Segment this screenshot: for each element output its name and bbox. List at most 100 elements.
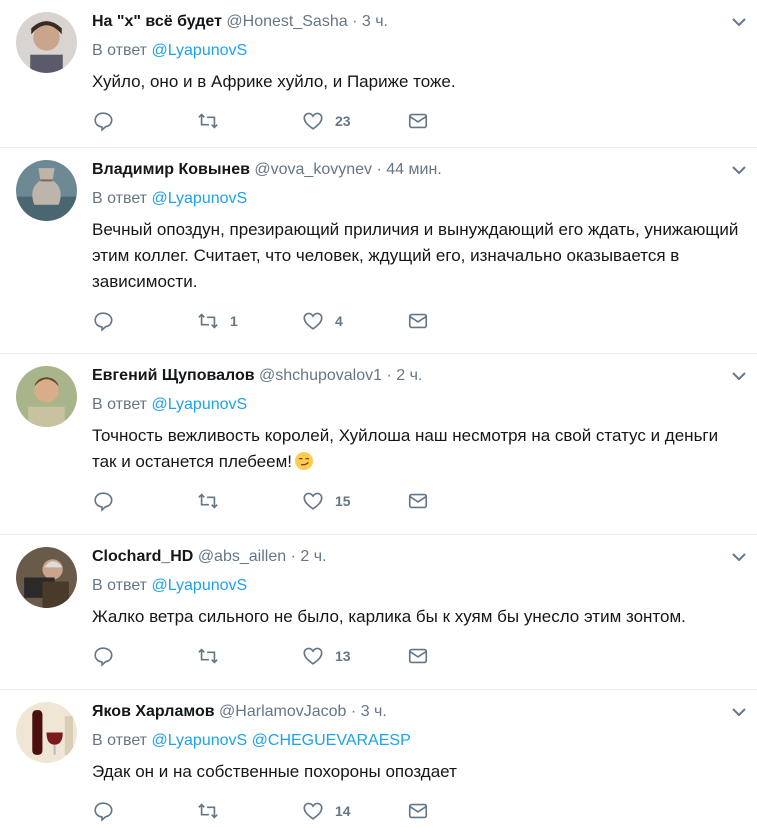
avatar[interactable] xyxy=(16,12,77,73)
user-handle[interactable]: @HarlamovJacob xyxy=(219,703,346,720)
reply-button[interactable] xyxy=(92,645,197,667)
reply-icon xyxy=(94,492,113,512)
direct-message-button[interactable] xyxy=(407,645,512,667)
envelope-icon xyxy=(408,113,428,129)
reply-context: В ответ @LyapunovS xyxy=(92,393,741,417)
retweet-button[interactable] xyxy=(197,800,302,822)
reply-icon xyxy=(94,112,113,132)
heart-icon xyxy=(303,112,323,130)
heart-icon xyxy=(303,492,323,510)
chevron-down-icon[interactable] xyxy=(729,366,749,386)
user-handle[interactable]: @vova_kovynev xyxy=(254,161,372,178)
separator-dot: · xyxy=(376,161,382,178)
tweet[interactable]: На "х" всё будет @Honest_Sasha · 3 ч. В … xyxy=(0,0,757,148)
heart-icon xyxy=(303,647,323,665)
direct-message-button[interactable] xyxy=(407,490,512,512)
reply-prefix: В ответ xyxy=(92,732,148,749)
reply-button[interactable] xyxy=(92,490,197,512)
display-name[interactable]: Евгений Щуповалов xyxy=(92,367,255,384)
reply-button[interactable] xyxy=(92,310,197,332)
timestamp[interactable]: 3 ч. xyxy=(361,703,387,720)
direct-message-button[interactable] xyxy=(407,800,512,822)
tweet[interactable]: Евгений Щуповалов @shchupovalov1 · 2 ч. … xyxy=(0,354,757,535)
tweet-text: Хуйло, оно и в Африке хуйло, и Париже то… xyxy=(92,72,456,91)
reply-button[interactable] xyxy=(92,800,197,822)
heart-icon xyxy=(303,802,323,820)
timestamp[interactable]: 2 ч. xyxy=(396,367,422,384)
tweet-actions: 15 xyxy=(92,489,741,513)
mention-link[interactable]: @LyapunovS xyxy=(151,732,247,749)
like-button[interactable]: 15 xyxy=(302,490,407,512)
retweet-icon xyxy=(198,493,218,509)
timestamp[interactable]: 44 мин. xyxy=(386,161,441,178)
reply-icon xyxy=(94,647,113,667)
timestamp[interactable]: 3 ч. xyxy=(362,13,388,30)
envelope-icon xyxy=(408,313,428,329)
tweet-text-content: Точность вежливость королей, Хуйлоша наш… xyxy=(92,426,719,471)
direct-message-button[interactable] xyxy=(407,310,512,332)
mention-link[interactable]: @LyapunovS xyxy=(151,396,247,413)
chevron-down-icon[interactable] xyxy=(729,160,749,180)
like-button[interactable]: 14 xyxy=(302,800,407,822)
reply-prefix: В ответ xyxy=(92,577,148,594)
like-count: 15 xyxy=(335,493,351,509)
mention-link[interactable]: @LyapunovS xyxy=(151,190,247,207)
tweet-actions: 14 xyxy=(92,799,741,823)
reply-icon xyxy=(94,802,113,822)
tweet[interactable]: Владимир Ковынев @vova_kovynev · 44 мин.… xyxy=(0,148,757,354)
reply-icon xyxy=(94,312,113,332)
tweet-header: Евгений Щуповалов @shchupovalov1 · 2 ч. xyxy=(92,364,741,388)
envelope-icon xyxy=(408,493,428,509)
heart-icon xyxy=(303,312,323,330)
display-name[interactable]: Владимир Ковынев xyxy=(92,161,250,178)
like-button[interactable]: 4 xyxy=(302,310,407,332)
tweet[interactable]: Яков Харламов @HarlamovJacob · 3 ч. В от… xyxy=(0,690,757,827)
like-count: 4 xyxy=(335,313,343,329)
timestamp[interactable]: 2 ч. xyxy=(300,548,326,565)
retweet-button[interactable] xyxy=(197,490,302,512)
retweet-button[interactable] xyxy=(197,110,302,132)
tweet-text: Точность вежливость королей, Хуйлоша наш… xyxy=(92,423,741,475)
tweet-header: Владимир Ковынев @vova_kovynev · 44 мин. xyxy=(92,158,741,182)
tweet[interactable]: Clochard_HD @abs_aillen · 2 ч. В ответ @… xyxy=(0,535,757,690)
chevron-down-icon[interactable] xyxy=(729,12,749,32)
display-name[interactable]: На "х" всё будет xyxy=(92,13,222,30)
chevron-down-icon[interactable] xyxy=(729,547,749,567)
avatar[interactable] xyxy=(16,160,77,221)
reply-prefix: В ответ xyxy=(92,190,148,207)
mention-link[interactable]: @LyapunovS xyxy=(151,577,247,594)
user-handle[interactable]: @shchupovalov1 xyxy=(259,367,382,384)
chevron-down-icon[interactable] xyxy=(729,702,749,722)
reply-context: В ответ @LyapunovS xyxy=(92,39,741,63)
separator-dot: · xyxy=(386,367,392,384)
like-button[interactable]: 23 xyxy=(302,110,407,132)
retweet-count: 1 xyxy=(230,313,238,329)
retweet-icon xyxy=(198,648,218,664)
retweet-button[interactable]: 1 xyxy=(197,310,302,332)
tweet-text: Вечный опоздун, презирающий приличия и в… xyxy=(92,220,739,291)
retweet-icon xyxy=(198,803,218,819)
smirk-emoji-icon xyxy=(295,452,313,470)
user-handle[interactable]: @abs_aillen xyxy=(198,548,286,565)
display-name[interactable]: Clochard_HD xyxy=(92,548,193,565)
avatar[interactable] xyxy=(16,547,77,608)
reply-button[interactable] xyxy=(92,110,197,132)
retweet-icon xyxy=(198,113,218,129)
user-handle[interactable]: @Honest_Sasha xyxy=(226,13,347,30)
reply-prefix: В ответ xyxy=(92,396,148,413)
mention-link[interactable]: @LyapunovS xyxy=(151,42,247,59)
tweet-header: Clochard_HD @abs_aillen · 2 ч. xyxy=(92,545,741,569)
separator-dot: · xyxy=(352,13,358,30)
mention-link[interactable]: @CHEGUEVARAESP xyxy=(252,732,411,749)
like-count: 14 xyxy=(335,803,351,819)
separator-dot: · xyxy=(290,548,296,565)
avatar[interactable] xyxy=(16,702,77,763)
reply-context: В ответ @LyapunovS xyxy=(92,187,741,211)
tweet-text: Эдак он и на собственные похороны опозда… xyxy=(92,762,457,781)
display-name[interactable]: Яков Харламов xyxy=(92,703,215,720)
retweet-button[interactable] xyxy=(197,645,302,667)
like-button[interactable]: 13 xyxy=(302,645,407,667)
avatar[interactable] xyxy=(16,366,77,427)
tweet-header: На "х" всё будет @Honest_Sasha · 3 ч. xyxy=(92,10,741,34)
direct-message-button[interactable] xyxy=(407,110,512,132)
